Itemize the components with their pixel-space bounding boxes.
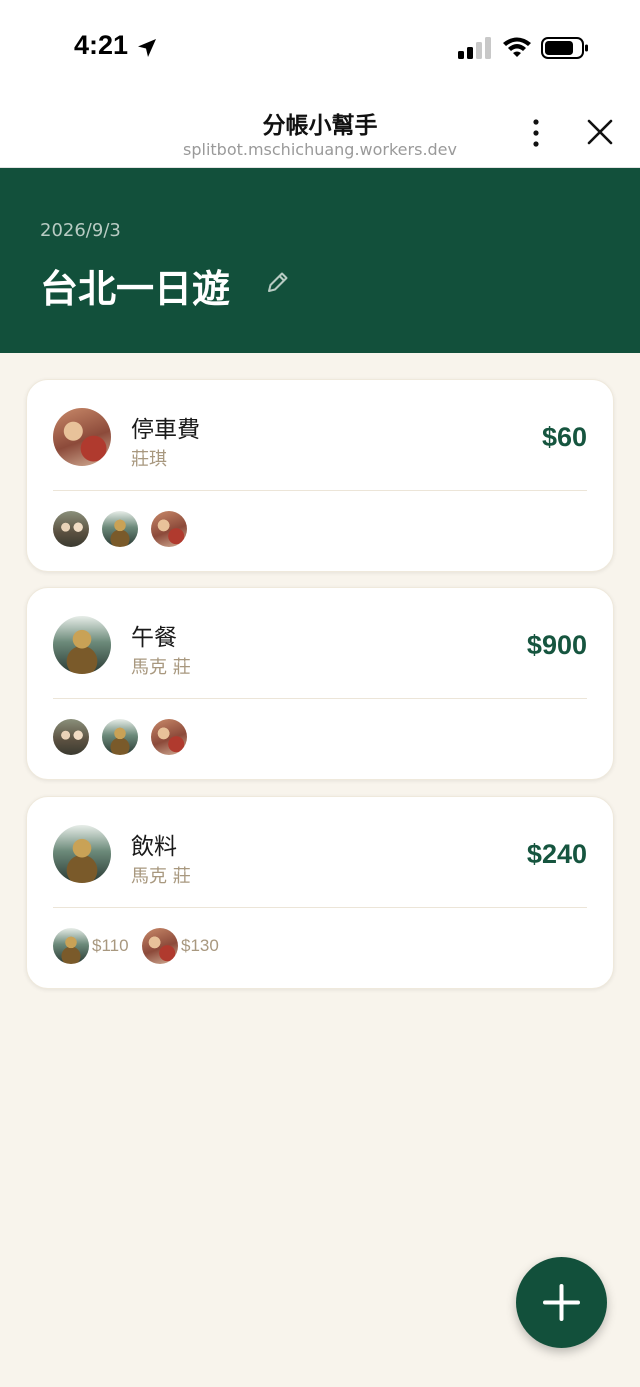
card-divider [53, 907, 587, 908]
payer-avatar [53, 408, 111, 466]
participant-avatar [151, 719, 187, 755]
participant-avatar [151, 511, 187, 547]
expense-amount: $900 [526, 630, 587, 660]
share-amount: $110 [92, 936, 129, 955]
expense-name: 飲料 [131, 834, 177, 860]
trip-date: 2026/9/3 [40, 220, 121, 241]
plus-icon [543, 1284, 580, 1321]
battery-icon [541, 37, 588, 59]
payer-avatar [53, 825, 111, 883]
status-bar: 4:21 [0, 0, 640, 90]
expense-card[interactable]: 停車費 莊琪 $60 [26, 379, 614, 572]
participant-avatar [53, 719, 89, 755]
location-arrow-icon [138, 39, 156, 57]
browser-header: 分帳小幫手 splitbot.mschichuang.workers.dev [0, 90, 640, 168]
trip-title: 台北一日遊 [40, 266, 231, 311]
expense-amount: $60 [541, 422, 587, 452]
share-amount: $130 [181, 936, 219, 955]
expense-payer: 馬克 莊 [131, 657, 191, 678]
add-expense-button[interactable] [516, 1257, 607, 1348]
participant-avatar [142, 928, 178, 964]
signal-icon [458, 37, 491, 59]
card-divider [53, 490, 587, 491]
participant-avatar [102, 719, 138, 755]
expense-amount: $240 [526, 839, 587, 869]
more-vertical-icon[interactable] [526, 118, 546, 148]
payer-avatar [53, 616, 111, 674]
participant-avatar [102, 511, 138, 547]
wifi-icon [503, 37, 531, 57]
expense-card[interactable]: 飲料 馬克 莊 $240 $110 $130 [26, 796, 614, 989]
expense-card[interactable]: 午餐 馬克 莊 $900 [26, 587, 614, 780]
participant-avatar [53, 928, 89, 964]
expense-name: 午餐 [131, 625, 177, 651]
expense-payer: 莊琪 [131, 449, 167, 470]
pencil-edit-icon[interactable] [263, 269, 291, 297]
card-divider [53, 698, 587, 699]
participant-avatar [53, 511, 89, 547]
status-time: 4:21 [74, 30, 129, 60]
trip-banner: 2026/9/3 台北一日遊 [0, 168, 640, 353]
close-icon[interactable] [586, 118, 614, 146]
expense-name: 停車費 [131, 417, 200, 443]
expense-payer: 馬克 莊 [131, 866, 191, 887]
